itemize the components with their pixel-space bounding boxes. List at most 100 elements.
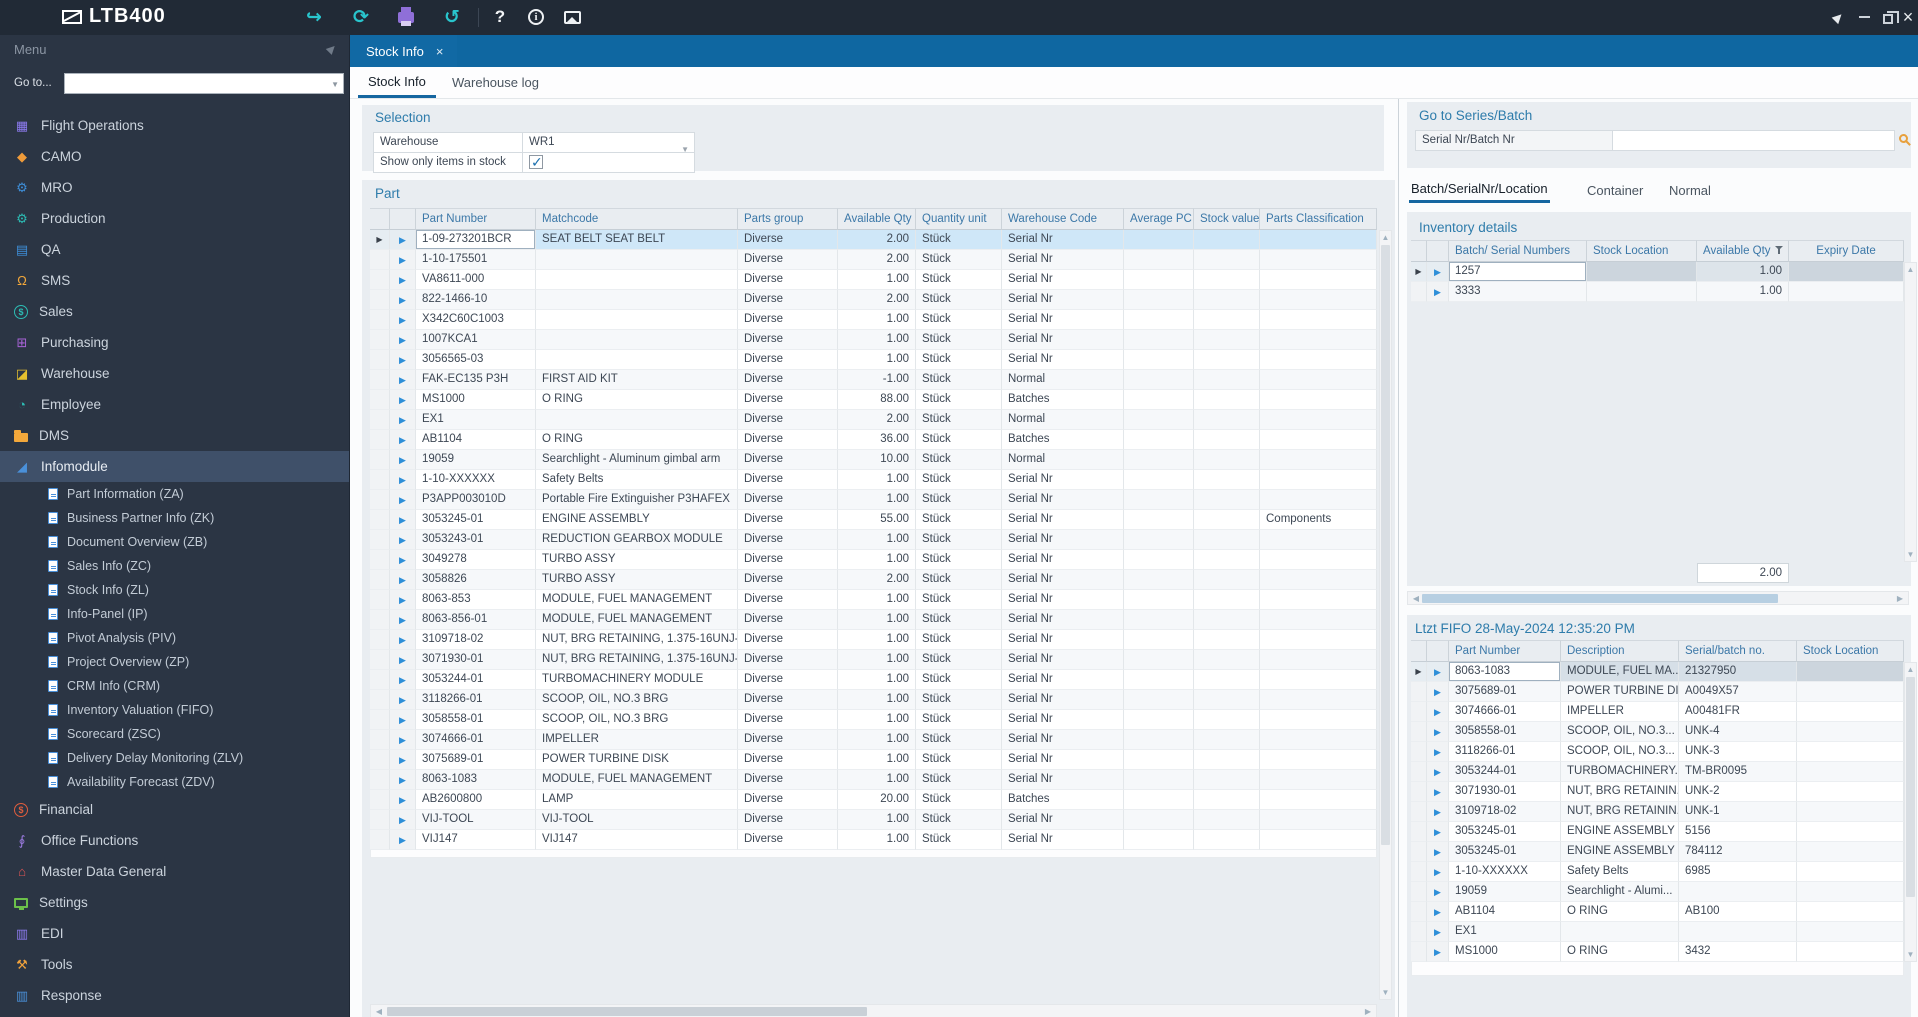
sidebar-subitem-delivery-delay-monitoring-zlv[interactable]: Delivery Delay Monitoring (ZLV) [0, 746, 349, 770]
part-row[interactable]: ▶ MS1000 O RING Diverse 88.00 Stück Batches [370, 390, 1377, 410]
search-icon[interactable] [1899, 134, 1908, 143]
row-expand-icon[interactable]: ▶ [390, 270, 416, 290]
part-row[interactable]: ▶ X342C60C1003 Diverse 1.00 Stück Serial Nr [370, 310, 1377, 330]
row-expand-icon[interactable]: ▶ [390, 390, 416, 410]
column-header-serial-batch-no[interactable]: Serial/batch no. [1679, 640, 1797, 662]
row-expand-icon[interactable]: ▶ [1427, 922, 1449, 942]
row-expand-icon[interactable]: ▶ [390, 530, 416, 550]
column-header-available-qty[interactable]: Available Qty [838, 208, 916, 230]
column-header-parts-classification[interactable]: Parts Classification [1260, 208, 1377, 230]
scroll-up-icon[interactable]: ▲ [1380, 233, 1391, 242]
tab-close-icon[interactable]: × [436, 44, 444, 59]
fifo-row[interactable]: ▶ 3053245-01 ENGINE ASSEMBLY 784112 [1411, 842, 1904, 862]
row-expand-icon[interactable]: ▶ [390, 590, 416, 610]
part-row[interactable]: ▶ 8063-1083 MODULE, FUEL MANAGEMENT Diverse… [370, 770, 1377, 790]
part-row[interactable]: ▶ 3074666-01 IMPELLER Diverse 1.00 Stück Seria… [370, 730, 1377, 750]
column-header-expiry-date[interactable]: Expiry Date [1789, 240, 1904, 262]
part-row[interactable]: ▶ 8063-856-01 MODULE, FUEL MANAGEMENT Diver… [370, 610, 1377, 630]
row-expand-icon[interactable]: ▶ [1427, 722, 1449, 742]
sidebar-item-response[interactable]: ▥ Response [0, 980, 349, 1011]
goto-combobox[interactable]: ▼ [64, 73, 344, 94]
sidebar-item-sms[interactable]: Ω SMS [0, 265, 349, 296]
sidebar-item-settings[interactable]: Settings [0, 887, 349, 918]
column-header-parts-group[interactable]: Parts group [738, 208, 838, 230]
info-button[interactable]: i [522, 4, 550, 30]
scroll-down-icon[interactable]: ▼ [1380, 988, 1391, 997]
part-row[interactable]: ▶ VA8611-000 Diverse 1.00 Stück Serial Nr [370, 270, 1377, 290]
sidebar-subitem-stock-info-zl[interactable]: Stock Info (ZL) [0, 578, 349, 602]
part-table-vscrollbar[interactable]: ▲ ▼ [1379, 230, 1392, 1000]
scroll-down-icon[interactable]: ▼ [1905, 950, 1916, 959]
row-expand-icon[interactable]: ▶ [390, 610, 416, 630]
column-header-average-pc[interactable]: Average PC [1124, 208, 1194, 230]
subtab-stock-info[interactable]: Stock Info [358, 67, 436, 98]
column-header-warehouse-code[interactable]: Warehouse Code [1002, 208, 1124, 230]
scroll-right-icon[interactable]: ▶ [1894, 594, 1906, 603]
column-header-available-qty[interactable]: Available Qty [1697, 240, 1789, 262]
export-button[interactable]: ↪ [300, 4, 328, 30]
inventory-row[interactable]: ▶ 3333 1.00 [1411, 282, 1904, 302]
sidebar-item-dms[interactable]: DMS [0, 420, 349, 451]
part-row[interactable]: ▶ 3058826 TURBO ASSY Diverse 2.00 Stück Serial… [370, 570, 1377, 590]
tab-normal[interactable]: Normal [1667, 177, 1713, 203]
fifo-row[interactable]: ▶ MS1000 O RING 3432 [1411, 942, 1904, 962]
filter-icon[interactable] [1774, 245, 1784, 255]
column-header-batch-serial-numbers[interactable]: Batch/ Serial Numbers [1449, 240, 1587, 262]
close-window-button[interactable]: × [1896, 4, 1918, 30]
part-row[interactable]: ▶ AB2600800 LAMP Diverse 20.00 Stück Batches [370, 790, 1377, 810]
sidebar-subitem-business-partner-info-zk[interactable]: Business Partner Info (ZK) [0, 506, 349, 530]
sidebar-subitem-project-overview-zp[interactable]: Project Overview (ZP) [0, 650, 349, 674]
sidebar-item-purchasing[interactable]: ⊞ Purchasing [0, 327, 349, 358]
row-expand-icon[interactable]: ▶ [390, 310, 416, 330]
fifo-row[interactable]: ▶ ▶ 8063-1083 MODULE, FUEL MA... 21327950 [1411, 662, 1904, 682]
scroll-down-icon[interactable]: ▼ [1905, 550, 1916, 559]
part-row[interactable]: ▶ 822-1466-10 Diverse 2.00 Stück Serial Nr [370, 290, 1377, 310]
stock-only-checkbox[interactable] [529, 153, 543, 172]
serial-batch-input[interactable] [1613, 130, 1895, 151]
fifo-row[interactable]: ▶ EX1 [1411, 922, 1904, 942]
part-table-hscrollbar[interactable]: ◀ ▶ [370, 1004, 1377, 1017]
fifo-row[interactable]: ▶ 19059 Searchlight - Alumi... [1411, 882, 1904, 902]
sidebar-item-flight-operations[interactable]: ▦ Flight Operations [0, 110, 349, 141]
row-expand-icon[interactable]: ▶ [390, 650, 416, 670]
sidebar-item-financial[interactable]: $ Financial [0, 794, 349, 825]
row-expand-icon[interactable]: ▶ [390, 550, 416, 570]
row-expand-icon[interactable]: ▶ [390, 350, 416, 370]
sidebar-subitem-pivot-analysis-piv[interactable]: Pivot Analysis (PIV) [0, 626, 349, 650]
refresh-button[interactable]: ⟳ [347, 4, 375, 30]
sidebar-subitem-document-overview-zb[interactable]: Document Overview (ZB) [0, 530, 349, 554]
part-row[interactable]: ▶ P3APP003010D Portable Fire Extinguisher … [370, 490, 1377, 510]
sidebar-subitem-info-panel-ip[interactable]: Info-Panel (IP) [0, 602, 349, 626]
part-row[interactable]: ▶ ▶ 1-09-273201BCR SEAT BELT SEAT BELT Diver… [370, 230, 1377, 250]
sidebar-subitem-part-information-za[interactable]: Part Information (ZA) [0, 482, 349, 506]
inventory-hscrollbar[interactable]: ◀ ▶ [1407, 591, 1909, 605]
row-expand-icon[interactable]: ▶ [1427, 762, 1449, 782]
inventory-row[interactable]: ▶ ▶ 1257 1.00 [1411, 262, 1904, 282]
fifo-row[interactable]: ▶ 3075689-01 POWER TURBINE DI... A0049X57 [1411, 682, 1904, 702]
row-expand-icon[interactable]: ▶ [1427, 862, 1449, 882]
part-row[interactable]: ▶ 3058558-01 SCOOP, OIL, NO.3 BRG Diverse 1.… [370, 710, 1377, 730]
row-expand-icon[interactable]: ▶ [390, 410, 416, 430]
part-row[interactable]: ▶ 1-10-XXXXXX Safety Belts Diverse 1.00 Stück… [370, 470, 1377, 490]
row-expand-icon[interactable]: ▶ [1427, 802, 1449, 822]
sidebar-item-production[interactable]: ⚙ Production [0, 203, 349, 234]
part-row[interactable]: ▶ 3053245-01 ENGINE ASSEMBLY Diverse 55.00 St… [370, 510, 1377, 530]
fifo-row[interactable]: ▶ 3071930-01 NUT, BRG RETAININ... UNK-2 [1411, 782, 1904, 802]
part-row[interactable]: ▶ 3053244-01 TURBOMACHINERY MODULE Diverse 1… [370, 670, 1377, 690]
sync-button[interactable]: ↺ [438, 4, 466, 30]
tab-container[interactable]: Container [1585, 177, 1645, 203]
fifo-row[interactable]: ▶ 3053245-01 ENGINE ASSEMBLY 5156 [1411, 822, 1904, 842]
row-expand-icon[interactable]: ▶ [390, 370, 416, 390]
fifo-row[interactable]: ▶ 3118266-01 SCOOP, OIL, NO.3... UNK-3 [1411, 742, 1904, 762]
row-expand-icon[interactable]: ▶ [1427, 702, 1449, 722]
part-row[interactable]: ▶ VIJ-TOOL VIJ-TOOL Diverse 1.00 Stück Serial … [370, 810, 1377, 830]
column-header-part-number[interactable]: Part Number [1449, 640, 1561, 662]
minimize-button[interactable] [1852, 4, 1876, 30]
row-expand-icon[interactable]: ▶ [1427, 282, 1449, 302]
scrollbar-thumb[interactable] [1906, 677, 1915, 897]
column-header-quantity-unit[interactable]: Quantity unit [916, 208, 1002, 230]
row-expand-icon[interactable]: ▶ [390, 690, 416, 710]
row-expand-icon[interactable]: ▶ [1427, 782, 1449, 802]
fifo-row[interactable]: ▶ AB1104 O RING AB100 [1411, 902, 1904, 922]
column-header-part-number[interactable]: Part Number [416, 208, 536, 230]
